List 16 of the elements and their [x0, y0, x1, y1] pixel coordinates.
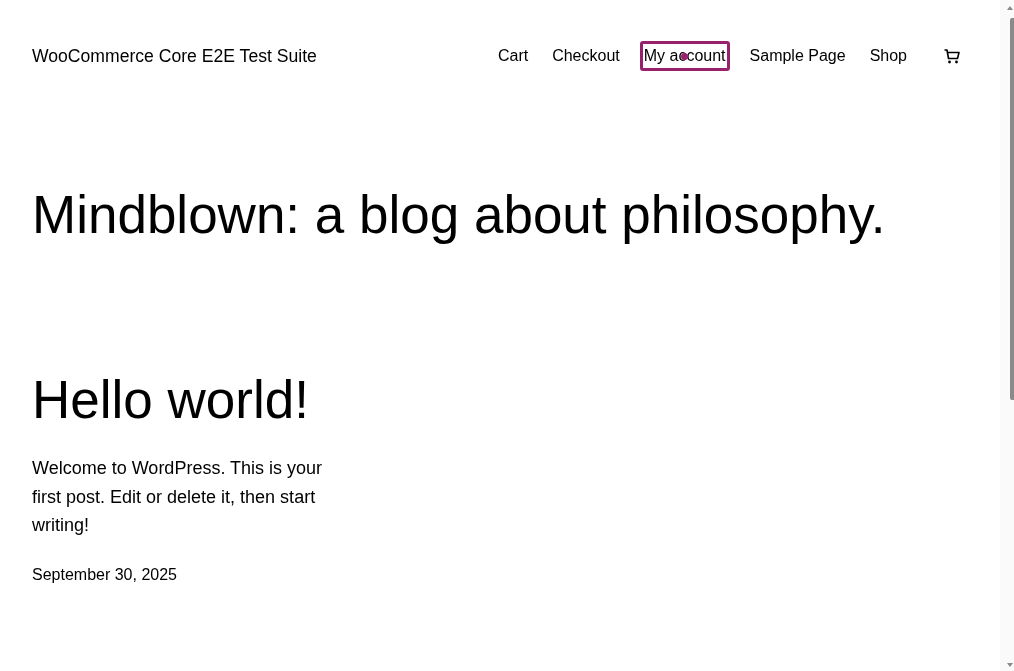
scrollbar-track[interactable]	[1000, 0, 1014, 671]
page-heading: Mindblown: a blog about philosophy.	[32, 184, 887, 246]
cart-icon	[943, 47, 961, 65]
site-title-link[interactable]: WooCommerce Core E2E Test Suite	[32, 42, 317, 70]
nav-link[interactable]: Shop	[865, 41, 911, 71]
scrollbar-thumb[interactable]	[1010, 18, 1014, 400]
nav-link[interactable]: Cart	[493, 41, 533, 71]
nav-link[interactable]: My account	[639, 41, 730, 71]
scroll-down-arrow-icon[interactable]	[1007, 663, 1013, 667]
post-excerpt: Welcome to WordPress. This is your first post. Edit or delete it, then start writing!	[32, 457, 324, 538]
scroll-up-arrow-icon[interactable]	[1007, 6, 1013, 10]
nav-link[interactable]: Checkout	[548, 41, 624, 71]
post-title-link[interactable]: Hello world!	[32, 367, 965, 432]
post-date: September 30, 2025	[32, 564, 178, 585]
nav-link[interactable]: Sample Page	[745, 41, 850, 71]
pointer-dot-icon	[680, 53, 688, 60]
